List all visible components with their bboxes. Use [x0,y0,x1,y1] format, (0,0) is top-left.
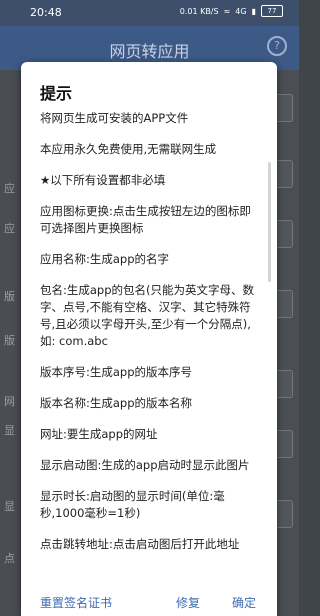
bg-field [275,370,293,398]
fix-button[interactable]: 修复 [176,594,200,611]
dialog-paragraph: 应用图标更换:点击生成按钮左边的图标即可选择图片更换图标 [40,204,251,235]
app-title: 网页转应用 [109,42,190,61]
dialog-paragraph: 显示启动图:生成的app启动时显示此图片 [40,458,250,472]
wifi-icon: ≈ [223,6,231,16]
bg-label: 点 [4,552,15,565]
signal-icon: ▮ [251,6,256,16]
bg-field [275,220,293,248]
status-bar: 20:48 0.01 KB/S ≈ 4G ▮ 77 [0,0,299,26]
dialog-paragraph: 显示时长:启动图的显示时间(单位:毫秒,1000毫秒=1秒) [40,489,225,520]
bg-field [275,94,293,122]
dialog-paragraph: 包名:生成app的包名(只能为英文字母、数字、点号,不能有空格、汉字、其它特殊符… [40,283,255,348]
dialog-scrollbar[interactable] [268,162,271,282]
confirm-button[interactable]: 确定 [232,594,256,611]
network-speed: 0.01 KB/S [179,6,219,16]
dialog-paragraph: 本应用永久免费使用,无需联网生成 [40,142,217,156]
dialog-paragraph: ★以下所有设置都非必填 [40,173,166,187]
bg-field [275,160,293,188]
dialog-paragraph: 点击跳转地址:点击启动图后打开此地址 [40,537,240,551]
bg-label: 显 [4,500,15,513]
dialog-title: 提示 [40,84,73,103]
dialog-paragraph: 将网页生成可安装的APP文件 [40,111,189,125]
dialog-actions: 重置签名证书 修复 确定 [21,586,277,616]
tips-dialog: 提示 将网页生成可安装的APP文件 本应用永久免费使用,无需联网生成 ★以下所有… [21,62,277,616]
bg-field [275,430,293,458]
status-icons: 0.01 KB/S ≈ 4G ▮ 77 [180,5,283,17]
bg-label: 应 [4,182,15,195]
bg-label: 网 [4,395,15,408]
dialog-paragraph: 版本序号:生成app的版本序号 [40,365,193,379]
reset-cert-button[interactable]: 重置签名证书 [40,594,112,611]
bg-field [275,500,293,528]
dialog-paragraph: 网址:要生成app的网址 [40,427,158,441]
status-time: 20:48 [30,6,62,19]
dialog-message[interactable]: 将网页生成可安装的APP文件 本应用永久免费使用,无需联网生成 ★以下所有设置都… [40,110,262,586]
bg-label: 应 [4,222,15,235]
dialog-paragraph: 版本名称:生成app的版本名称 [40,396,193,410]
bg-label: 版 [4,334,15,347]
dialog-paragraph: 应用名称:生成app的名字 [40,252,170,266]
bg-label: 版 [4,290,15,303]
background-right [275,70,299,616]
help-icon[interactable]: ? [267,36,287,56]
network-type: 4G [235,6,247,16]
bg-label: 显 [4,424,15,437]
bg-field [275,290,293,318]
background-left: 应 应 版 版 网 显 显 点 [0,70,20,616]
battery-icon: 77 [261,5,283,17]
